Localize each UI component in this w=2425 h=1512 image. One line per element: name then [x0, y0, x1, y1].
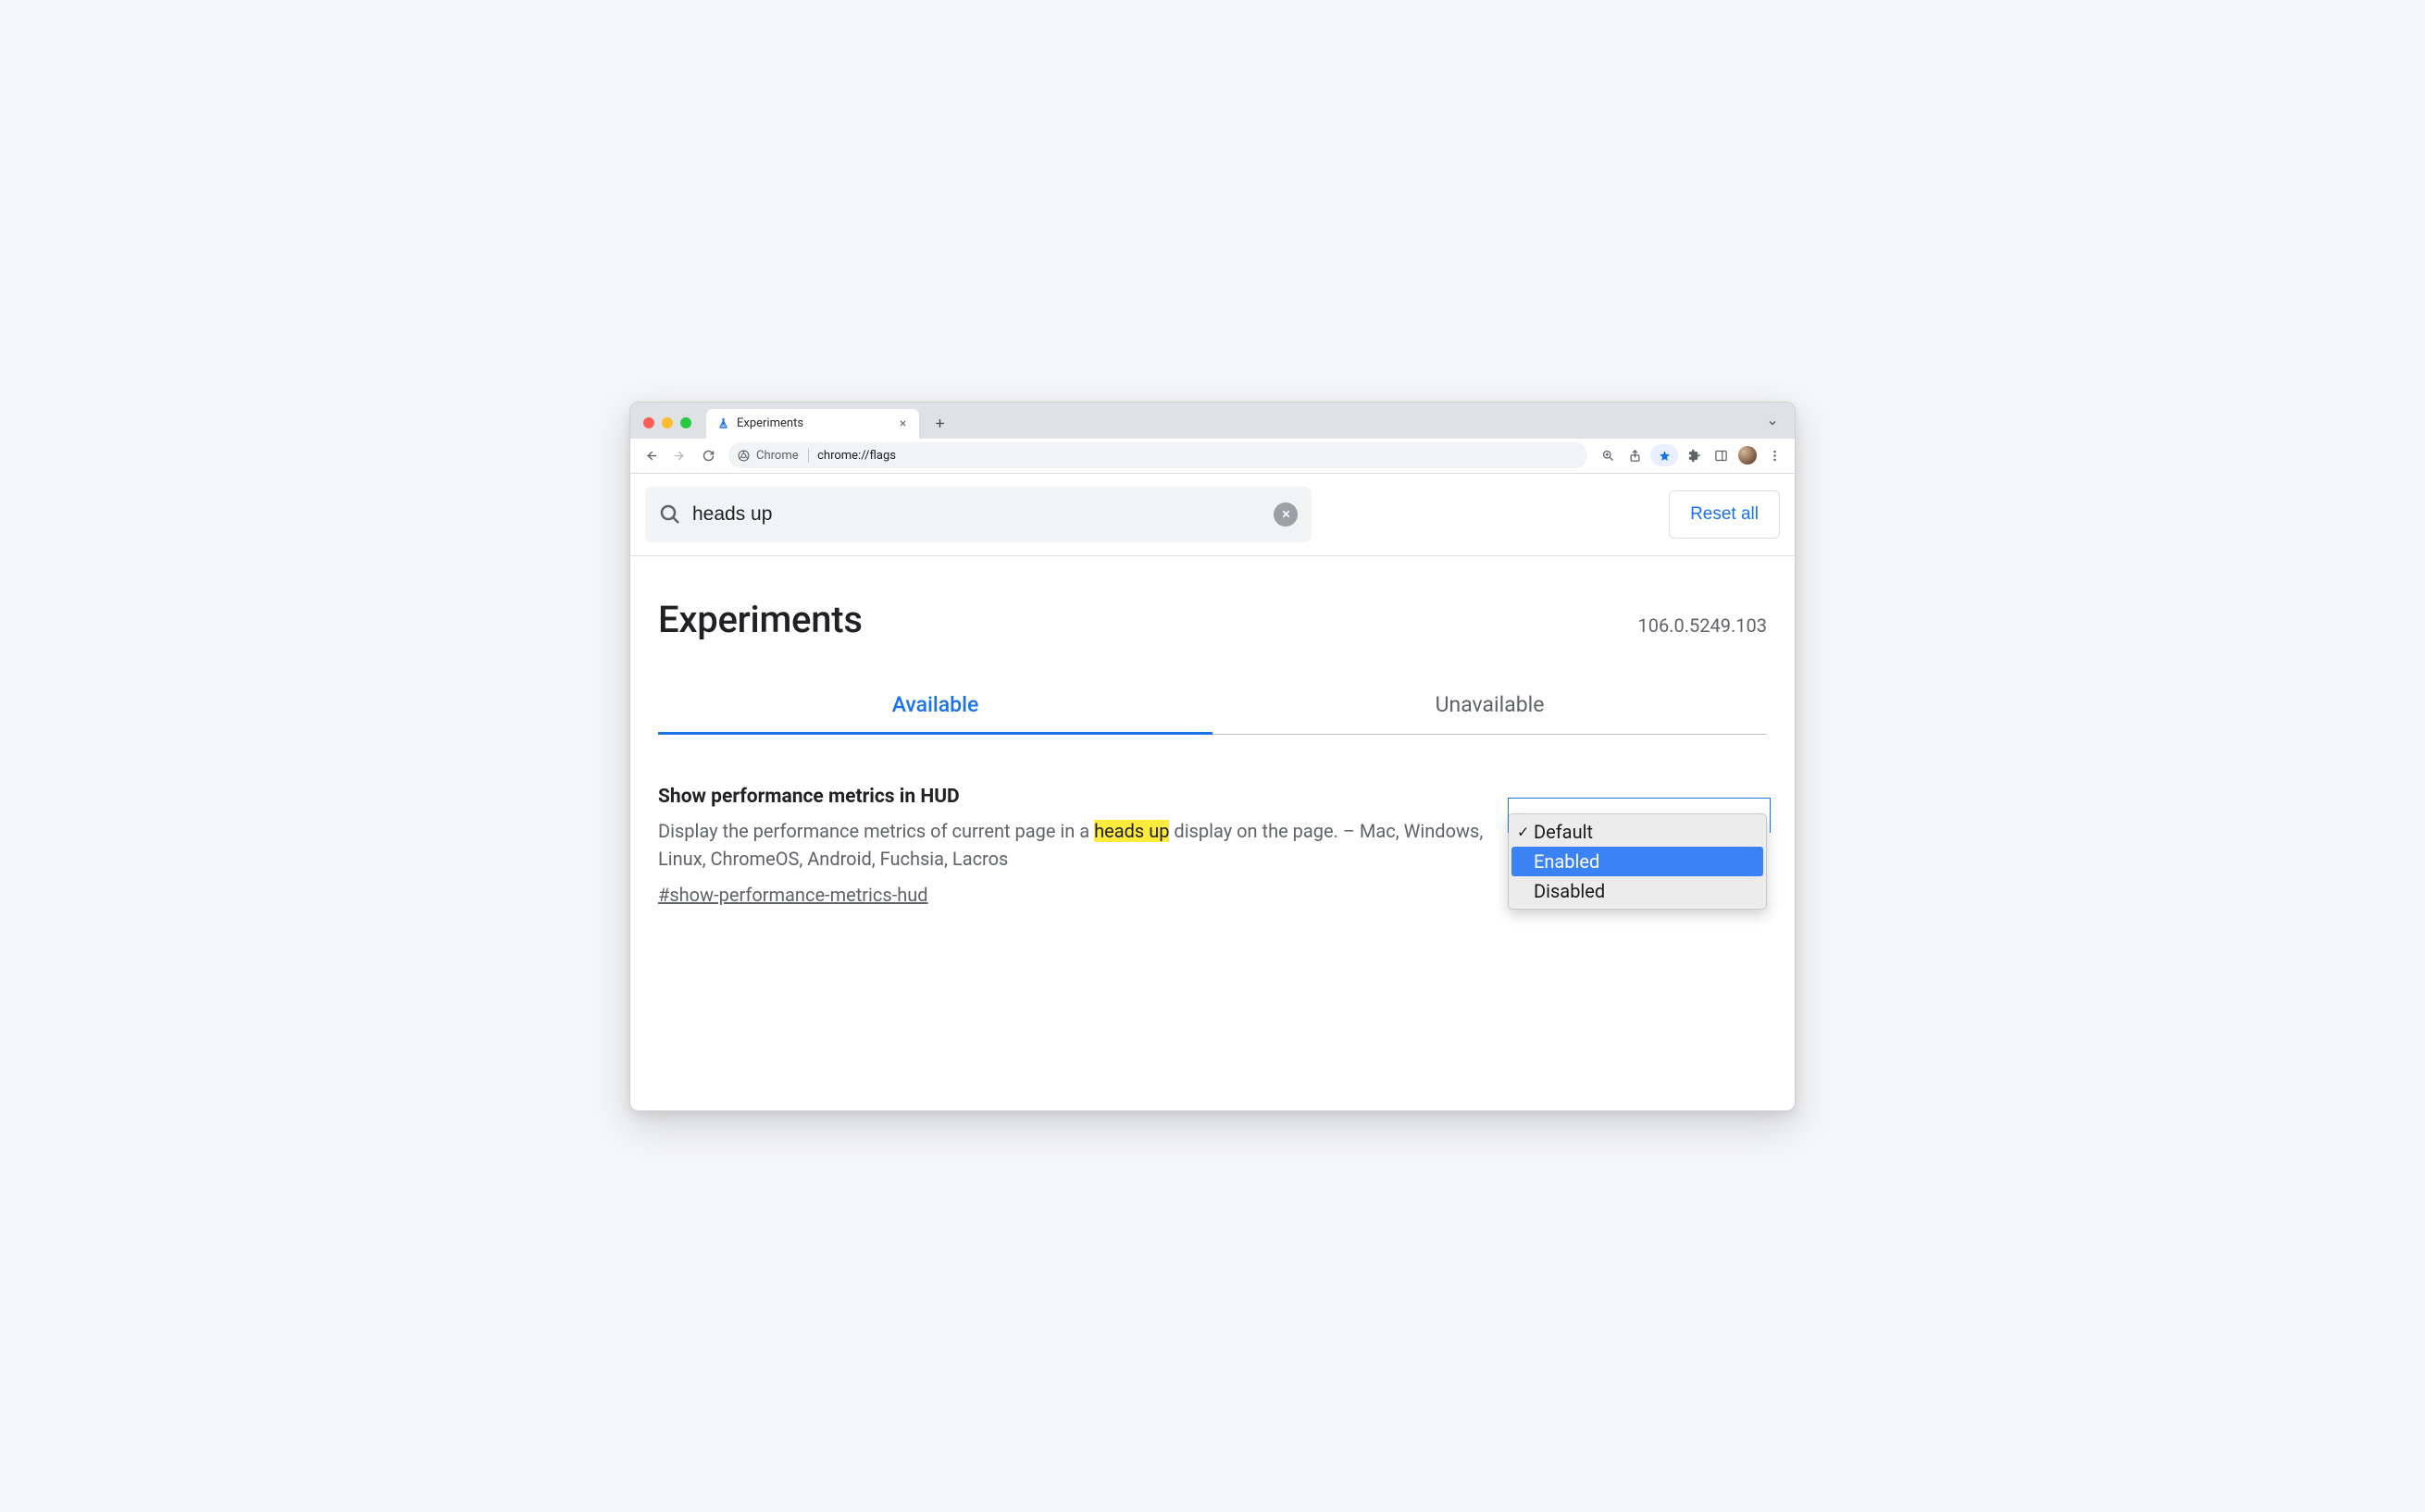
tab-list-dropdown[interactable]: [1761, 412, 1784, 434]
option-label: Enabled: [1534, 850, 1599, 873]
flag-state-dropdown: ✓ Default Enabled Disabled: [1508, 813, 1767, 910]
reload-button[interactable]: [695, 442, 721, 468]
flag-anchor-link[interactable]: #show-performance-metrics-hud: [658, 884, 928, 906]
maximize-window-button[interactable]: [680, 417, 691, 428]
clear-search-icon[interactable]: [1274, 502, 1298, 527]
check-icon: ✓: [1517, 823, 1529, 840]
zoom-icon[interactable]: [1595, 442, 1621, 468]
tab-unavailable[interactable]: Unavailable: [1212, 692, 1767, 735]
share-icon[interactable]: [1622, 442, 1648, 468]
flag-text: Show performance metrics in HUD Display …: [658, 786, 1489, 910]
search-row: Reset all: [630, 474, 1795, 556]
option-enabled[interactable]: Enabled: [1511, 847, 1763, 876]
flag-state-select[interactable]: ✓ Default Enabled Disabled: [1508, 813, 1767, 910]
page-title: Experiments: [658, 598, 863, 641]
flask-icon: [716, 417, 729, 430]
new-tab-button[interactable]: [928, 413, 951, 435]
extensions-icon[interactable]: [1681, 442, 1707, 468]
tab-title: Experiments: [737, 416, 889, 430]
reset-all-button[interactable]: Reset all: [1669, 490, 1780, 539]
page-content: Reset all Experiments 106.0.5249.103 Ava…: [630, 474, 1795, 1110]
chrome-icon: [738, 450, 750, 462]
option-disabled[interactable]: Disabled: [1511, 876, 1763, 906]
browser-tab[interactable]: Experiments: [706, 409, 919, 439]
back-button[interactable]: [638, 442, 664, 468]
omnibox-path: chrome://flags: [817, 449, 896, 463]
option-label: Default: [1534, 821, 1593, 843]
window-controls: [637, 417, 698, 439]
browser-window: Experiments Chrome ch: [629, 402, 1796, 1111]
flags-search-input[interactable]: [692, 503, 1262, 526]
toolbar-actions: [1595, 442, 1787, 468]
flag-list: Show performance metrics in HUD Display …: [630, 735, 1795, 937]
flag-desc-highlight: heads up: [1094, 820, 1169, 842]
chrome-version: 106.0.5249.103: [1638, 614, 1767, 637]
minimize-window-button[interactable]: [662, 417, 673, 428]
tab-available[interactable]: Available: [658, 692, 1212, 735]
profile-avatar[interactable]: [1738, 446, 1757, 465]
flags-search-box[interactable]: [645, 487, 1312, 542]
search-icon: [659, 503, 681, 526]
forward-button[interactable]: [666, 442, 692, 468]
flag-desc-before: Display the performance metrics of curre…: [658, 820, 1094, 842]
address-bar[interactable]: Chrome chrome://flags: [728, 442, 1587, 468]
flag-item: Show performance metrics in HUD Display …: [658, 786, 1767, 910]
bookmark-button[interactable]: [1650, 444, 1678, 466]
omnibox-separator: [808, 449, 809, 463]
tab-strip: Experiments: [630, 403, 1795, 439]
omnibox-host: Chrome: [756, 449, 799, 463]
flag-description: Display the performance metrics of curre…: [658, 817, 1489, 873]
toolbar: Chrome chrome://flags: [630, 439, 1795, 474]
flag-tabs: Available Unavailable: [658, 692, 1767, 735]
menu-icon[interactable]: [1761, 442, 1787, 468]
flag-title: Show performance metrics in HUD: [658, 786, 1489, 808]
close-tab-icon[interactable]: [896, 417, 909, 430]
option-default[interactable]: ✓ Default: [1511, 817, 1763, 847]
sidepanel-icon[interactable]: [1708, 442, 1734, 468]
page-header: Experiments 106.0.5249.103: [630, 556, 1795, 641]
close-window-button[interactable]: [643, 417, 654, 428]
option-label: Disabled: [1534, 880, 1605, 902]
